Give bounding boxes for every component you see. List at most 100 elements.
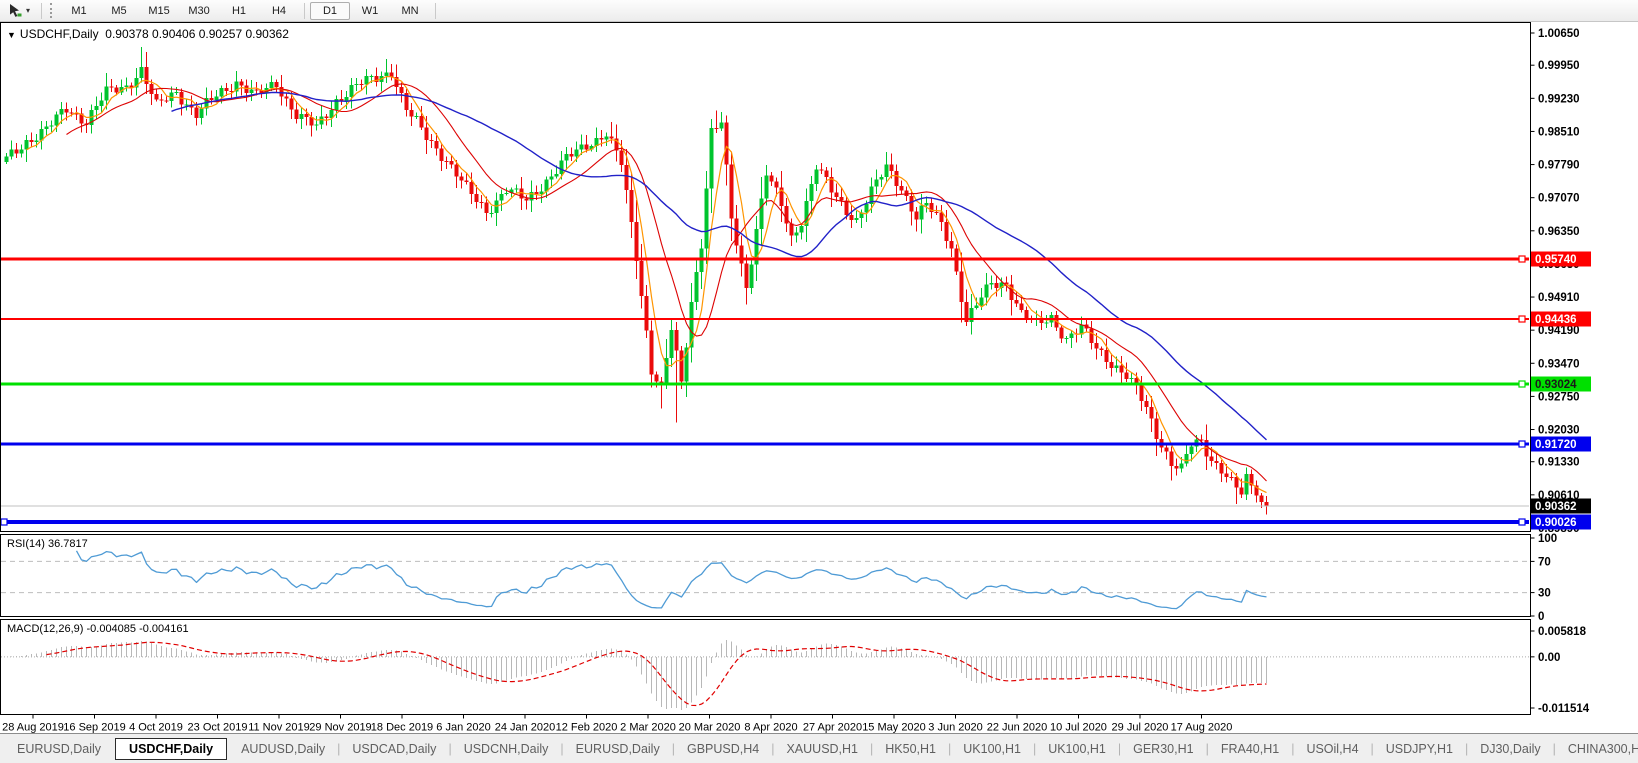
- svg-text:0.005818: 0.005818: [1538, 626, 1587, 638]
- chevron-down-icon: ▾: [26, 6, 30, 15]
- svg-text:0.00: 0.00: [1538, 652, 1560, 664]
- chart-tab-china300-h1[interactable]: CHINA300,H1: [1557, 738, 1638, 760]
- svg-text:0.91330: 0.91330: [1538, 457, 1580, 469]
- chart-tab-usdchf-daily[interactable]: USDCHF,Daily: [115, 738, 227, 760]
- svg-text:12 Feb 2020: 12 Feb 2020: [556, 722, 618, 734]
- chart-tab-audusd-daily[interactable]: AUDUSD,Daily: [230, 738, 336, 760]
- svg-text:2 Mar 2020: 2 Mar 2020: [620, 722, 676, 734]
- timeframe-button-w1[interactable]: W1: [350, 2, 390, 20]
- svg-text:29 Nov 2019: 29 Nov 2019: [309, 722, 371, 734]
- chart-canvas[interactable]: 1.00650 0.99950 0.99230 0.98510 0.97790 0.970…: [0, 0, 1638, 763]
- chart-tab-eurusd-daily[interactable]: EURUSD,Daily: [565, 738, 671, 760]
- svg-text:0.94910: 0.94910: [1538, 292, 1580, 304]
- svg-text:0.91720: 0.91720: [1535, 439, 1577, 451]
- chart-tab-usdcnh-daily[interactable]: USDCNH,Daily: [453, 738, 560, 760]
- timeframe-button-m15[interactable]: M15: [139, 2, 179, 20]
- svg-text:17 Aug 2020: 17 Aug 2020: [1171, 722, 1233, 734]
- svg-text:0.90026: 0.90026: [1535, 517, 1577, 529]
- chart-tab-usoil-h4[interactable]: USOil,H4: [1295, 738, 1369, 760]
- svg-text:10 Jul 2020: 10 Jul 2020: [1050, 722, 1107, 734]
- chart-tab-uk100-h1[interactable]: UK100,H1: [952, 738, 1032, 760]
- toolbar-grip[interactable]: [50, 3, 52, 18]
- rsi-label: RSI(14) 36.7817: [7, 538, 88, 550]
- chart-tab-xauusd-h1[interactable]: XAUUSD,H1: [775, 738, 869, 760]
- svg-text:8 Apr 2020: 8 Apr 2020: [744, 722, 797, 734]
- svg-text:22 Jun 2020: 22 Jun 2020: [987, 722, 1048, 734]
- chart-tab-gbpusd-h4[interactable]: GBPUSD,H4: [676, 738, 770, 760]
- chart-tab-dj30-daily[interactable]: DJ30,Daily: [1469, 738, 1551, 760]
- svg-text:29 Jul 2020: 29 Jul 2020: [1112, 722, 1169, 734]
- svg-text:0.97790: 0.97790: [1538, 160, 1580, 172]
- chart-tab-fra40-h1[interactable]: FRA40,H1: [1210, 738, 1290, 760]
- ohlc-open: 0.90378: [105, 27, 148, 41]
- chart-tab-bar: EURUSD,DailyUSDCHF,DailyAUDUSD,Daily|USD…: [0, 733, 1638, 763]
- svg-text:0.99950: 0.99950: [1538, 60, 1580, 72]
- macd-label: MACD(12,26,9) -0.004085 -0.004161: [7, 623, 189, 635]
- price-axis: 1.00650 0.99950 0.99230 0.98510 0.97790 0.970…: [1531, 28, 1580, 535]
- svg-text:0.93024: 0.93024: [1535, 379, 1577, 391]
- ohlc-high: 0.90406: [152, 27, 195, 41]
- timeframe-button-m30[interactable]: M30: [179, 2, 219, 20]
- macd-main-value: -0.004085: [86, 623, 136, 635]
- timeframe-button-d1[interactable]: D1: [310, 2, 350, 20]
- ohlc-close: 0.90362: [245, 27, 288, 41]
- svg-text:0.94190: 0.94190: [1538, 325, 1580, 337]
- rsi-value: 36.7817: [48, 538, 88, 550]
- svg-text:1.00650: 1.00650: [1538, 28, 1580, 40]
- rsi-name: RSI(14): [7, 538, 45, 550]
- svg-text:27 Apr 2020: 27 Apr 2020: [803, 722, 862, 734]
- svg-text:0.94436: 0.94436: [1535, 314, 1577, 326]
- svg-text:0.90362: 0.90362: [1535, 501, 1577, 513]
- svg-text:100: 100: [1538, 533, 1557, 545]
- chart-symbol: USDCHF,Daily: [20, 27, 99, 41]
- svg-text:0.99230: 0.99230: [1538, 93, 1580, 105]
- svg-text:3 Jun 2020: 3 Jun 2020: [928, 722, 982, 734]
- svg-text:4 Oct 2019: 4 Oct 2019: [129, 722, 183, 734]
- svg-text:28 Aug 2019: 28 Aug 2019: [2, 722, 64, 734]
- svg-text:0.92030: 0.92030: [1538, 425, 1580, 437]
- time-axis: 28 Aug 201916 Sep 20194 Oct 201923 Oct 2…: [2, 715, 1232, 734]
- svg-text:16 Sep 2019: 16 Sep 2019: [63, 722, 125, 734]
- svg-text:70: 70: [1538, 556, 1551, 568]
- timeframe-button-h4[interactable]: H4: [259, 2, 299, 20]
- chart-tab-usdjpy-h1[interactable]: USDJPY,H1: [1375, 738, 1464, 760]
- timeframe-buttons: M1M5M15M30H1H4 D1W1MN: [59, 2, 441, 20]
- svg-text:11 Nov 2019: 11 Nov 2019: [248, 722, 310, 734]
- svg-text:0.95740: 0.95740: [1535, 254, 1577, 266]
- cursor-tool-button[interactable]: ▾: [0, 1, 36, 20]
- svg-text:0.97070: 0.97070: [1538, 193, 1580, 205]
- toolbar-separator: [41, 3, 42, 19]
- svg-text:-0.011514: -0.011514: [1538, 703, 1590, 715]
- timeframe-button-h1[interactable]: H1: [219, 2, 259, 20]
- ohlc-low: 0.90257: [199, 27, 242, 41]
- trading-terminal: 1.00650 0.99950 0.99230 0.98510 0.97790 0.970…: [0, 0, 1638, 763]
- svg-text:0.93470: 0.93470: [1538, 358, 1580, 370]
- macd-axis: 0.005818 0.00 -0.011514: [1531, 626, 1590, 715]
- svg-text:18 Dec 2019: 18 Dec 2019: [371, 722, 433, 734]
- svg-text:0.96350: 0.96350: [1538, 226, 1580, 238]
- svg-text:15 May 2020: 15 May 2020: [862, 722, 926, 734]
- timeframe-button-mn[interactable]: MN: [390, 2, 430, 20]
- chart-tab-eurusd-daily[interactable]: EURUSD,Daily: [6, 738, 112, 760]
- cursor-icon: [8, 3, 23, 18]
- timeframe-button-m5[interactable]: M5: [99, 2, 139, 20]
- macd-name: MACD(12,26,9): [7, 623, 83, 635]
- svg-text:20 Mar 2020: 20 Mar 2020: [679, 722, 741, 734]
- svg-text:6 Jan 2020: 6 Jan 2020: [436, 722, 490, 734]
- toolbar-separator: [304, 3, 305, 19]
- chart-title: ▼ USDCHF,Daily 0.90378 0.90406 0.90257 0.…: [7, 27, 289, 41]
- macd-signal-value: -0.004161: [139, 623, 189, 635]
- chart-tab-ger30-h1[interactable]: GER30,H1: [1122, 738, 1204, 760]
- toolbar-separator: [435, 3, 436, 19]
- timeframe-button-m1[interactable]: M1: [59, 2, 99, 20]
- svg-text:0.92750: 0.92750: [1538, 391, 1580, 403]
- svg-text:30: 30: [1538, 588, 1551, 600]
- symbol-dropdown-icon[interactable]: ▼: [7, 30, 16, 40]
- svg-text:0.98510: 0.98510: [1538, 126, 1580, 138]
- chart-tab-usdcad-daily[interactable]: USDCAD,Daily: [341, 738, 447, 760]
- chart-tab-hk50-h1[interactable]: HK50,H1: [874, 738, 947, 760]
- toolbar: ▾ M1M5M15M30H1H4 D1W1MN: [0, 0, 1638, 22]
- rsi-axis: 100 70 30 0: [1531, 533, 1558, 623]
- svg-text:0: 0: [1538, 611, 1544, 623]
- chart-tab-uk100-h1[interactable]: UK100,H1: [1037, 738, 1117, 760]
